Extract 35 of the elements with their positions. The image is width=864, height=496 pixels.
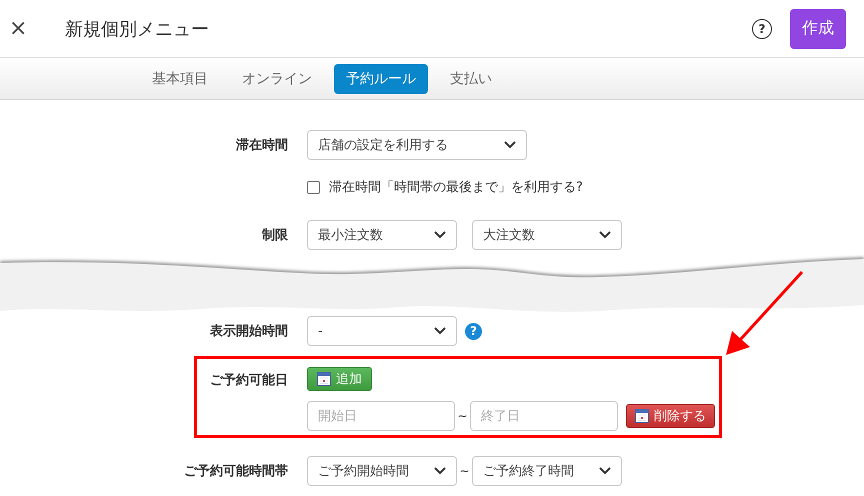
field-label: 制限 [262, 228, 288, 243]
calendar-icon [317, 372, 331, 386]
select-field[interactable]: 最小注文数 [307, 220, 457, 250]
delete-button[interactable]: 削除する [626, 404, 715, 428]
chevron-icon [599, 467, 611, 475]
checkbox-label: 滞在時間「時間帯の最後まで」を利用する? [329, 179, 583, 196]
window-title: 新規個別メニュー [65, 18, 210, 40]
date-field[interactable]: 開始日 [307, 401, 455, 431]
select-field[interactable]: 大注文数 [472, 220, 622, 250]
chevron-icon [434, 231, 446, 239]
chevron-icon [434, 327, 446, 335]
select-field[interactable]: ご予約開始時間 [307, 456, 457, 486]
date-field[interactable]: 終了日 [470, 401, 618, 431]
close-button[interactable]: × [9, 16, 29, 41]
field-label: ご予約可能時間帯 [184, 464, 288, 479]
select-field[interactable]: ご予約終了時間 [472, 456, 622, 486]
field-label: ご予約可能日 [210, 373, 288, 388]
tab[interactable]: オンライン [230, 64, 324, 94]
select-field[interactable]: - [307, 316, 457, 346]
chevron-icon [504, 141, 516, 149]
field-label: 表示開始時間 [210, 324, 288, 339]
create-button[interactable]: 作成 [790, 8, 846, 48]
tab[interactable]: 予約ルール [334, 64, 428, 94]
chevron-icon [599, 231, 611, 239]
tab[interactable]: 支払い [438, 64, 504, 94]
tab[interactable]: 基本項目 [140, 64, 220, 94]
chevron-icon [434, 467, 446, 475]
calendar-icon [635, 409, 649, 423]
help-button[interactable]: ? [752, 18, 772, 38]
range-separator: ~ [458, 464, 471, 478]
select-field[interactable]: 店舗の設定を利用する [307, 130, 527, 160]
field-label: 滞在時間 [236, 138, 288, 153]
range-separator: ~ [456, 409, 469, 423]
checkbox[interactable] [307, 180, 320, 194]
help-icon[interactable]: ? [465, 322, 482, 340]
